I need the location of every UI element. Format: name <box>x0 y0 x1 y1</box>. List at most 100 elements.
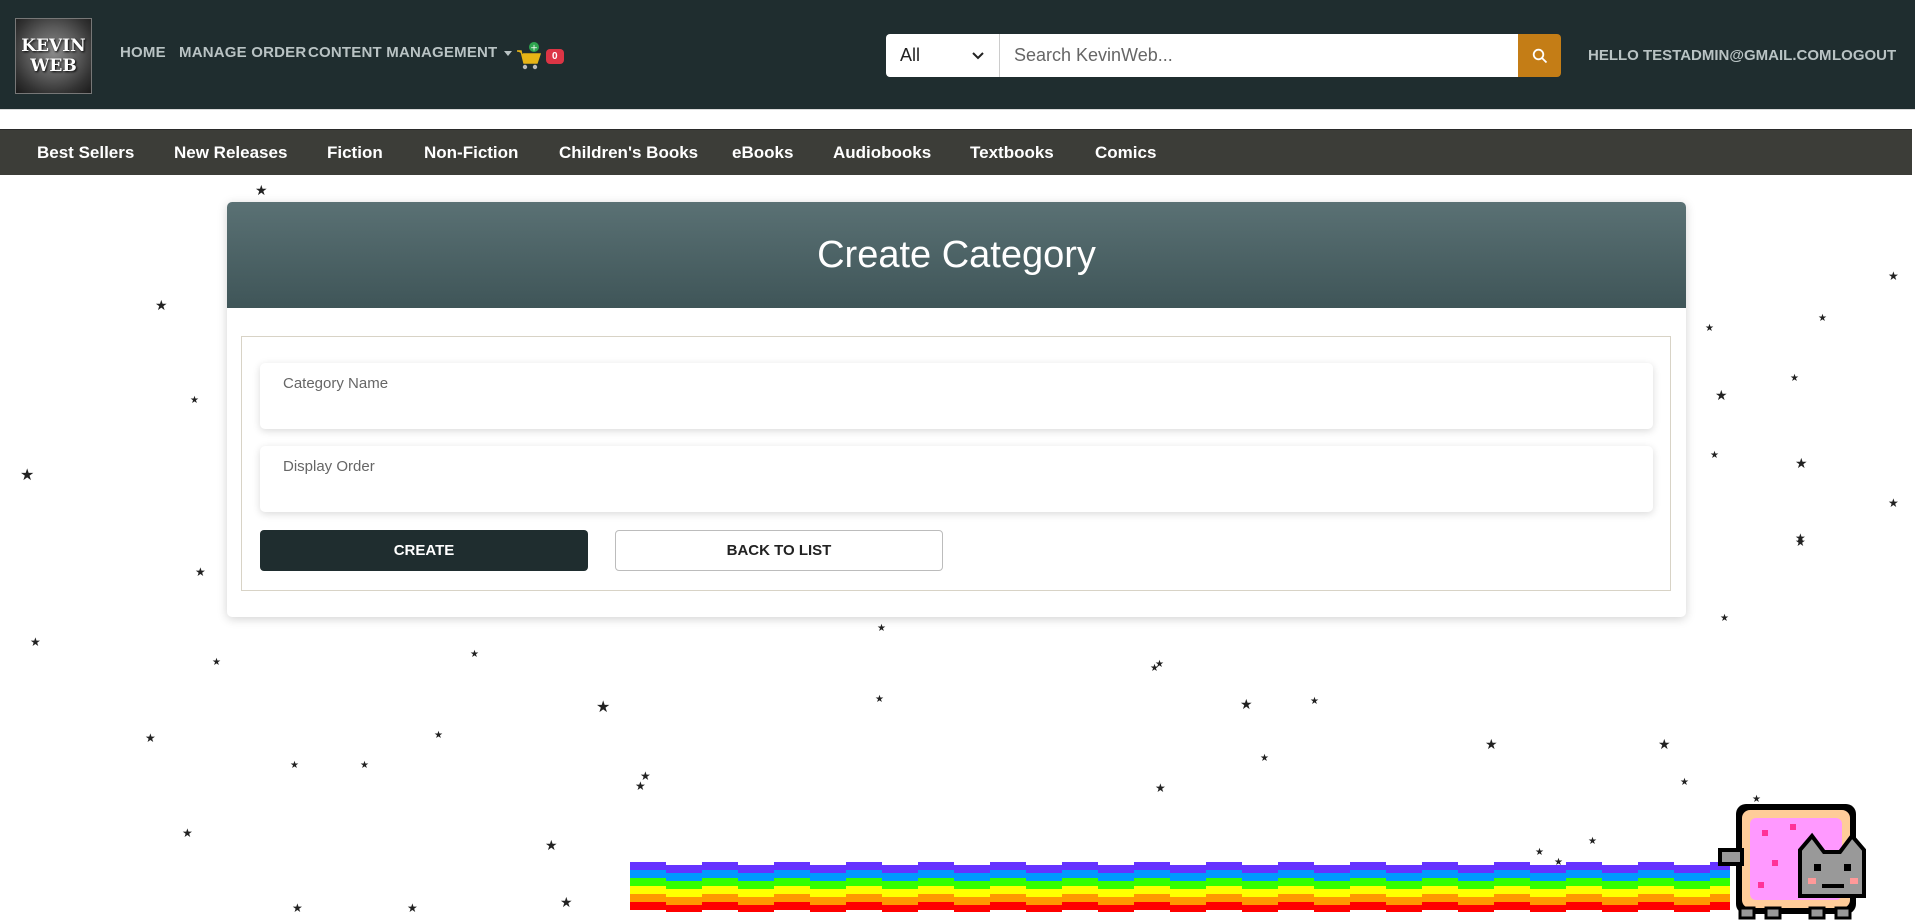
rainbow-stripe <box>1350 894 1386 902</box>
star-decoration: ★ <box>434 730 443 741</box>
nav-home[interactable]: HOME <box>120 44 166 61</box>
nav-content-management[interactable]: CONTENT MANAGEMENT <box>308 44 513 61</box>
top-navbar: KEVIN WEB HOME MANAGE ORDER CONTENT MANA… <box>0 0 1915 110</box>
cart-icon[interactable]: + <box>516 42 542 70</box>
rainbow-stripe <box>1206 886 1242 894</box>
logout-link[interactable]: LOGOUT <box>1832 47 1896 64</box>
star-decoration: ★ <box>1818 313 1827 324</box>
star-decoration: ★ <box>875 694 884 705</box>
rainbow-stripe <box>990 862 1026 870</box>
category-best-sellers[interactable]: Best Sellers <box>37 143 134 163</box>
rainbow-stripe <box>810 865 846 873</box>
category-fiction[interactable]: Fiction <box>327 143 383 163</box>
rainbow-stripe <box>1494 862 1530 870</box>
category-new-releases[interactable]: New Releases <box>174 143 287 163</box>
rainbow-stripe <box>1062 862 1098 870</box>
star-decoration: ★ <box>290 760 299 771</box>
rainbow-stripe <box>1314 881 1350 889</box>
rainbow-stripe <box>738 881 774 889</box>
cart-count-badge: 0 <box>546 49 564 64</box>
rainbow-stripe <box>810 881 846 889</box>
star-decoration: ★ <box>1535 847 1544 858</box>
rainbow-stripe <box>1314 889 1350 897</box>
nav-manage-order[interactable]: MANAGE ORDER <box>179 44 306 61</box>
category-name-input[interactable] <box>283 397 1627 423</box>
rainbow-stripe <box>1530 897 1566 905</box>
rainbow-stripe <box>810 897 846 905</box>
site-logo[interactable]: KEVIN WEB <box>15 18 92 94</box>
back-to-list-button[interactable]: BACK TO LIST <box>615 530 943 571</box>
rainbow-stripe <box>702 886 738 894</box>
category-textbooks[interactable]: Textbooks <box>970 143 1054 163</box>
rainbow-stripe <box>1386 865 1422 873</box>
category-name-field[interactable]: Category Name <box>260 363 1653 429</box>
rainbow-stripe <box>1386 905 1422 912</box>
rainbow-stripe <box>1098 865 1134 873</box>
display-order-field[interactable]: Display Order <box>260 446 1653 512</box>
rainbow-stripe <box>846 902 882 910</box>
rainbow-stripe <box>954 881 990 889</box>
rainbow-stripe <box>882 897 918 905</box>
star-decoration: ★ <box>1888 269 1899 283</box>
rainbow-stripe <box>810 905 846 912</box>
rainbow-stripe <box>1026 905 1062 912</box>
rainbow-stripe <box>774 894 810 902</box>
rainbow-stripe <box>1242 873 1278 881</box>
rainbow-stripe <box>666 889 702 897</box>
rainbow-stripe <box>1134 878 1170 886</box>
star-decoration: ★ <box>30 635 41 649</box>
rainbow-stripe <box>1422 862 1458 870</box>
rainbow-trail-image <box>630 862 1730 912</box>
rainbow-stripe <box>1026 889 1062 897</box>
user-greeting[interactable]: HELLO TESTADMIN@GMAIL.COM! <box>1588 47 1837 64</box>
category-audiobooks[interactable]: Audiobooks <box>833 143 931 163</box>
rainbow-stripe <box>954 889 990 897</box>
star-decoration: ★ <box>212 657 221 668</box>
star-decoration: ★ <box>1150 663 1159 674</box>
category-ebooks[interactable]: eBooks <box>732 143 793 163</box>
rainbow-stripe <box>918 886 954 894</box>
star-decoration: ★ <box>1680 777 1689 788</box>
create-category-card: Create Category Category Name Display Or… <box>227 202 1686 617</box>
search-category-select[interactable]: All <box>886 34 1000 77</box>
category-comics[interactable]: Comics <box>1095 143 1156 163</box>
rainbow-stripe <box>1062 886 1098 894</box>
logo-line-1: KEVIN <box>21 36 86 56</box>
create-button[interactable]: CREATE <box>260 530 588 571</box>
rainbow-stripe <box>990 902 1026 910</box>
rainbow-stripe <box>1314 873 1350 881</box>
display-order-label: Display Order <box>283 458 375 475</box>
rainbow-stripe <box>846 870 882 878</box>
rainbow-stripe <box>1530 889 1566 897</box>
category-childrens-books[interactable]: Children's Books <box>559 143 698 163</box>
rainbow-stripe <box>630 886 666 894</box>
rainbow-stripe <box>1638 902 1674 910</box>
category-non-fiction[interactable]: Non-Fiction <box>424 143 518 163</box>
rainbow-stripe <box>954 905 990 912</box>
rainbow-stripe <box>1422 894 1458 902</box>
rainbow-stripe <box>810 873 846 881</box>
star-decoration: ★ <box>292 901 303 915</box>
rainbow-stripe <box>1566 870 1602 878</box>
rainbow-stripe <box>702 878 738 886</box>
rainbow-stripe <box>990 870 1026 878</box>
search-input[interactable] <box>1000 34 1518 77</box>
rainbow-stripe <box>1566 886 1602 894</box>
rainbow-stripe <box>630 862 666 870</box>
rainbow-stripe <box>1314 865 1350 873</box>
star-decoration: ★ <box>407 901 418 915</box>
rainbow-stripe <box>1638 894 1674 902</box>
display-order-input[interactable] <box>283 480 1627 506</box>
chevron-down-icon <box>972 51 984 59</box>
rainbow-stripe <box>702 862 738 870</box>
rainbow-stripe <box>1062 894 1098 902</box>
search-icon <box>1532 48 1547 63</box>
star-decoration: ★ <box>1888 496 1899 510</box>
search-button[interactable] <box>1518 34 1561 77</box>
rainbow-stripe <box>1242 897 1278 905</box>
category-nav: Best Sellers New Releases Fiction Non-Fi… <box>0 129 1912 175</box>
star-decoration: ★ <box>1710 450 1719 461</box>
rainbow-stripe <box>1134 862 1170 870</box>
rainbow-stripe <box>1458 865 1494 873</box>
rainbow-stripe <box>1350 902 1386 910</box>
